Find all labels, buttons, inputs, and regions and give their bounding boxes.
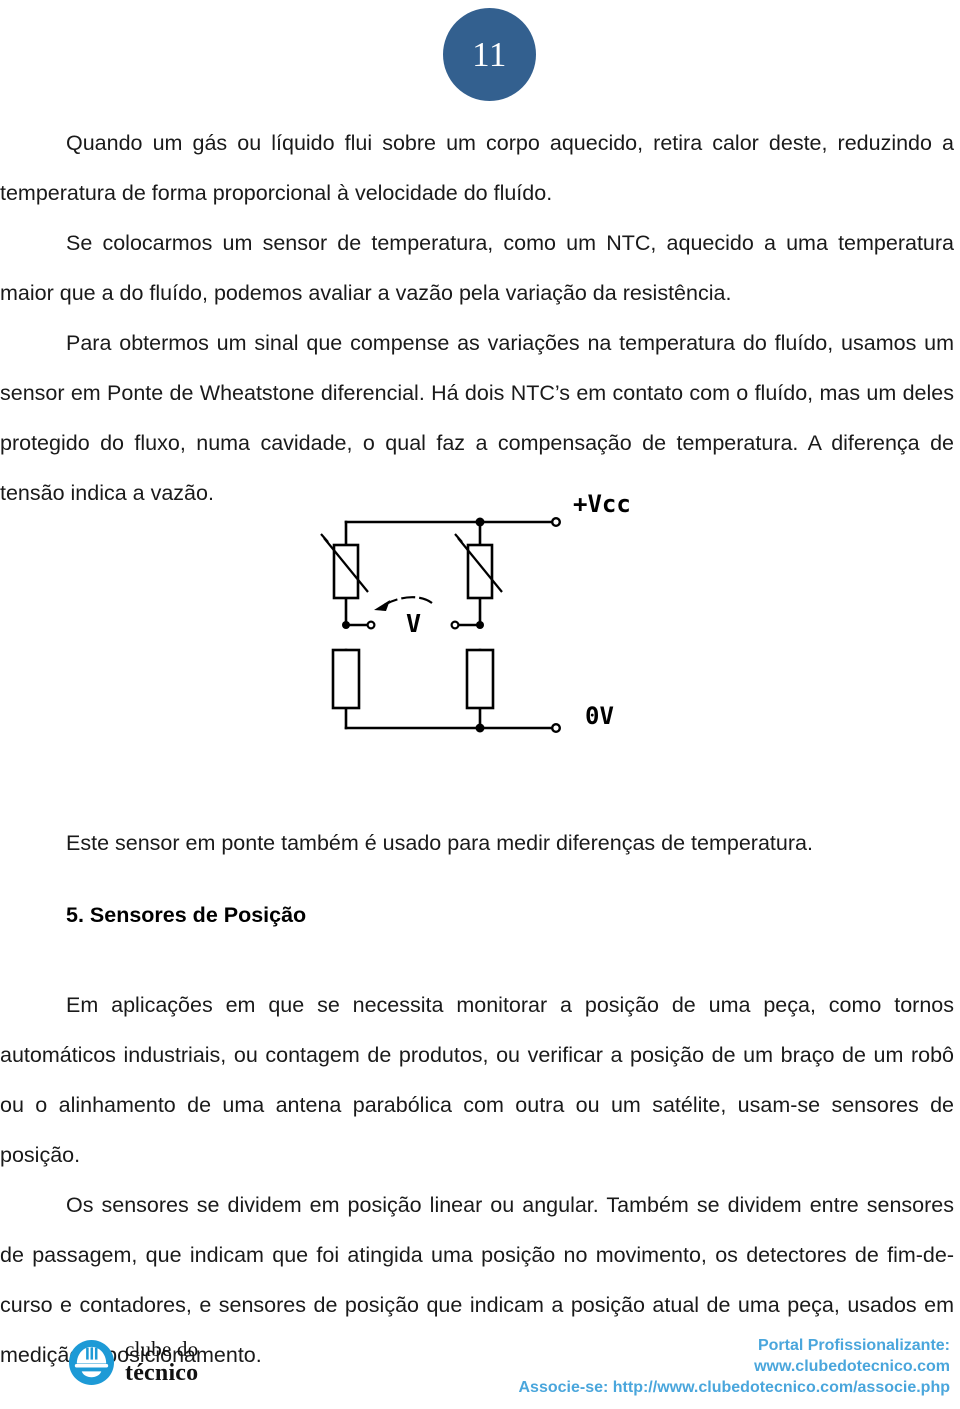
logo-line-1: clube do [125, 1337, 199, 1362]
page-number: 11 [472, 35, 507, 74]
resistor-left-body [331, 648, 361, 710]
helmet-icon [68, 1339, 115, 1386]
page-footer: clube do técnico Portal Profissionalizan… [0, 1331, 960, 1409]
node-bottom-junction [475, 723, 485, 733]
label-measure-voltage: V [406, 609, 421, 638]
logo-line-2: técnico [125, 1359, 199, 1386]
clube-do-tecnico-logo[interactable]: clube do técnico [68, 1337, 199, 1386]
wheatstone-bridge-diagram: +Vcc 0V V [320, 490, 631, 733]
ntc-thermistor-right-tick [454, 533, 463, 543]
measure-arrow-curve [383, 596, 433, 606]
measure-arrow-head [374, 600, 390, 611]
terminal-0v [550, 722, 561, 733]
circuit-figure: +Vcc 0V V [0, 472, 960, 772]
footer-links: Portal Profissionalizante: www.clubedote… [519, 1335, 951, 1398]
logo-wordmark: clube do técnico [125, 1337, 199, 1386]
paragraph-1: Quando um gás ou líquido flui sobre um c… [0, 131, 954, 205]
paragraph-2: Se colocarmos um sensor de temperatura, … [0, 231, 954, 305]
label-0v: 0V [585, 702, 614, 730]
footer-associe-link[interactable]: Associe-se: http://www.clubedotecnico.co… [519, 1377, 951, 1398]
footer-portal-label: Portal Profissionalizante: [757, 1337, 950, 1354]
terminal-right-measure [450, 620, 460, 630]
terminal-left-measure [366, 620, 376, 630]
paragraph-4: Em aplicações em que se necessita monito… [0, 993, 954, 1167]
page-number-badge: 11 [443, 8, 536, 101]
node-top-junction [475, 517, 485, 527]
label-vcc: +Vcc [573, 490, 631, 518]
resistor-right-body [465, 648, 495, 710]
figure-caption: Este sensor em ponte também é usado para… [66, 831, 813, 855]
terminal-vcc [550, 517, 561, 528]
section-heading-sensores-de-posicao: 5. Sensores de Posição [66, 903, 307, 927]
footer-site-link[interactable]: www.clubedotecnico.com [519, 1356, 950, 1377]
ntc-thermistor-left-tick [320, 533, 329, 543]
